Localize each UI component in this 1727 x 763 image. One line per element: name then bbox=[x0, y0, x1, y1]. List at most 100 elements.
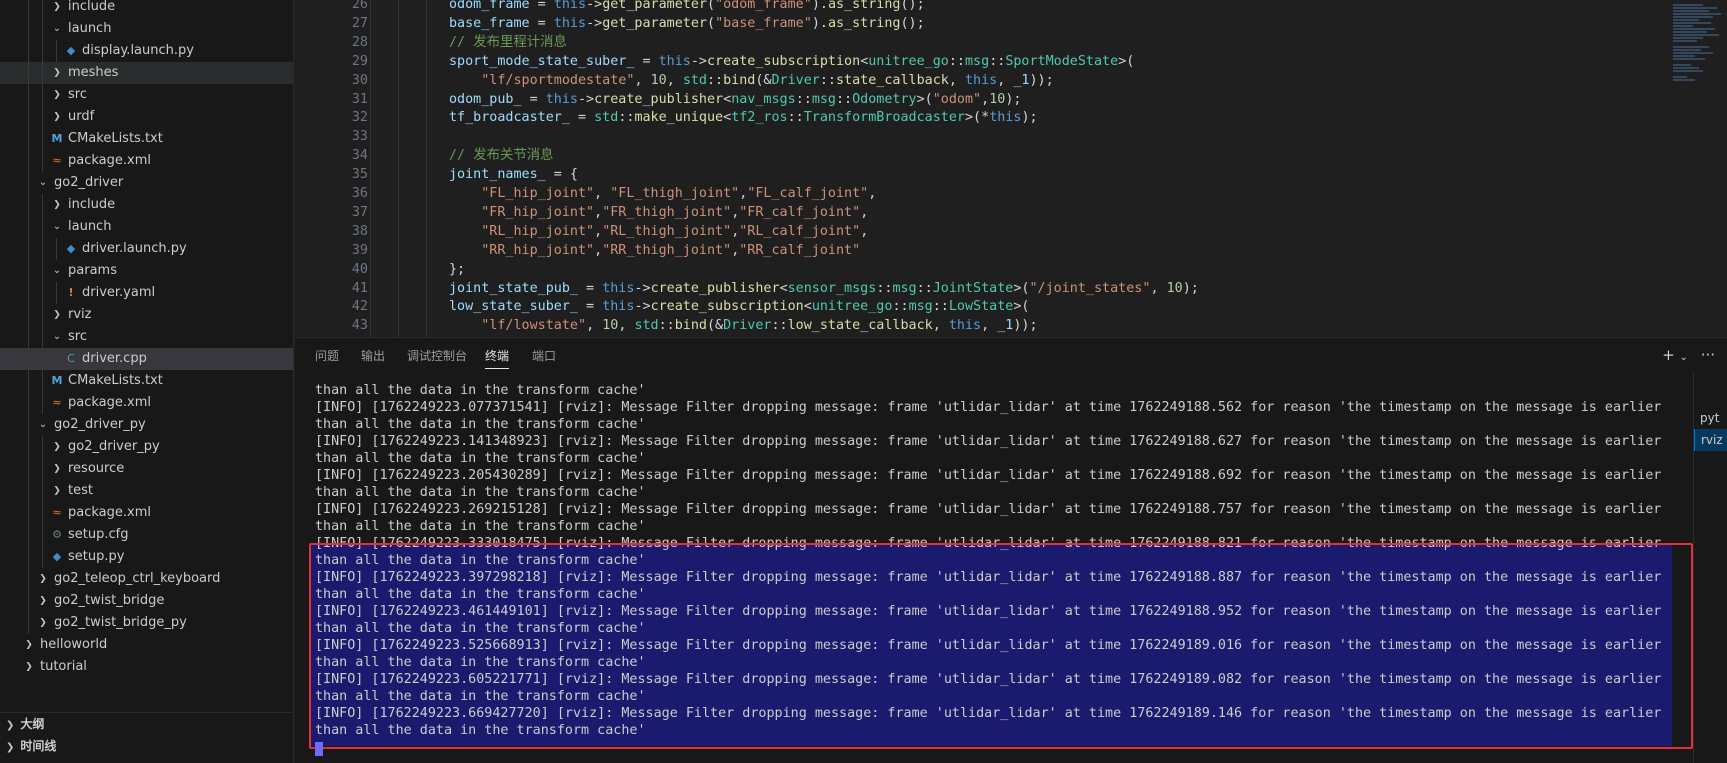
tree-item-launch[interactable]: ⌄ launch bbox=[0, 216, 293, 238]
code-token: this bbox=[545, 91, 578, 107]
tree-item-launch[interactable]: ⌄ launch bbox=[0, 18, 293, 40]
line-number: 38 bbox=[351, 223, 368, 239]
chevron-down-icon: ⌄ bbox=[38, 177, 48, 188]
cpp-icon: C bbox=[67, 352, 75, 365]
code-token: "RL_thigh_joint" bbox=[602, 223, 732, 239]
terminal-list-item[interactable]: pyt bbox=[1694, 407, 1727, 429]
tree-item-cmakelists-txt[interactable]: M CMakeLists.txt bbox=[0, 128, 293, 150]
minimap-line bbox=[1673, 25, 1693, 27]
tree-item-display-launch-py[interactable]: ◆ display.launch.py bbox=[0, 40, 293, 62]
code-token: bind bbox=[723, 72, 756, 88]
panel-tab-3[interactable]: 终端 bbox=[485, 347, 510, 369]
code-line: 29 sport_mode_state_suber_ = this->create… bbox=[295, 52, 1695, 71]
code-token: joint_names_ bbox=[449, 167, 546, 183]
new-terminal-button[interactable]: + bbox=[1662, 346, 1675, 364]
code-token: ); bbox=[1021, 110, 1038, 126]
tree-item-package-xml[interactable]: ≈ package.xml bbox=[0, 502, 293, 524]
code-text: tf_broadcaster_ = std::make_unique<tf2_r… bbox=[449, 108, 1038, 127]
code-token: = bbox=[569, 110, 595, 126]
tree-item-label: rviz bbox=[68, 307, 92, 322]
tree-item-go2-driver-py[interactable]: ⌄ go2_driver_py bbox=[0, 414, 293, 436]
section-header[interactable]: ❯ 大纲 bbox=[0, 713, 293, 735]
tree-item-setup-cfg[interactable]: ⚙ setup.cfg bbox=[0, 524, 293, 546]
tree-item-driver-yaml[interactable]: ! driver.yaml bbox=[0, 282, 293, 304]
code-token: -> bbox=[586, 0, 603, 12]
panel-tab-2[interactable]: 调试控制台 bbox=[407, 347, 467, 369]
line-number: 33 bbox=[351, 129, 368, 145]
code-token: "FR_calf_joint" bbox=[739, 204, 861, 220]
tree-item-urdf[interactable]: ❯ urdf bbox=[0, 106, 293, 128]
tree-item-meshes[interactable]: ❯ meshes bbox=[0, 62, 293, 84]
tree-item-src[interactable]: ❯ src bbox=[0, 84, 293, 106]
tree-item-resource[interactable]: ❯ resource bbox=[0, 458, 293, 480]
tree-item-setup-py[interactable]: ◆ setup.py bbox=[0, 546, 293, 568]
tree-item-go2-teleop-ctrl-keyboard[interactable]: ❯ go2_teleop_ctrl_keyboard bbox=[0, 568, 293, 590]
tree-item-package-xml[interactable]: ≈ package.xml bbox=[0, 392, 293, 414]
minimap-line bbox=[1673, 22, 1711, 24]
chevron-down-icon[interactable]: ⌄ bbox=[1680, 352, 1688, 363]
tree-indent-guide bbox=[28, 546, 29, 568]
code-token: "FR_thigh_joint" bbox=[602, 204, 732, 220]
code-token: SportModeState bbox=[1005, 53, 1119, 69]
tree-item-test[interactable]: ❯ test bbox=[0, 480, 293, 502]
tree-item-go2-driver[interactable]: ⌄ go2_driver bbox=[0, 172, 293, 194]
tree-item-include[interactable]: ❯ include bbox=[0, 0, 293, 18]
code-token: "RR_thigh_joint" bbox=[602, 242, 732, 258]
chevron-down-icon: ⌄ bbox=[52, 23, 62, 34]
section-header[interactable]: ❯ 时间线 bbox=[0, 735, 293, 757]
code-token: low_state_suber_ bbox=[449, 299, 578, 315]
chevron-down-icon: ⌄ bbox=[52, 331, 62, 342]
code-token: _1 bbox=[1013, 72, 1030, 88]
tree-indent-guide bbox=[42, 524, 43, 546]
code-editor[interactable]: 26 odom_frame = this->get_parameter("odom… bbox=[295, 0, 1727, 337]
highlight-box bbox=[309, 543, 1693, 749]
tree-item-driver-cpp[interactable]: Cdriver.cpp bbox=[0, 348, 293, 370]
minimap[interactable] bbox=[1667, 0, 1727, 337]
tree-item-rviz[interactable]: ❯ rviz bbox=[0, 304, 293, 326]
code-token: >( bbox=[1013, 280, 1030, 296]
minimap-line bbox=[1673, 7, 1717, 9]
tree-item-label: driver.launch.py bbox=[82, 241, 187, 256]
panel-tab-4[interactable]: 端口 bbox=[532, 347, 556, 369]
code-token: "RR_calf_joint" bbox=[739, 242, 861, 258]
chevron-down-icon: ⌄ bbox=[52, 265, 62, 276]
tree-item-cmakelists-txt[interactable]: M CMakeLists.txt bbox=[0, 370, 293, 392]
tree-item-tutorial[interactable]: ❯ tutorial bbox=[0, 656, 293, 678]
terminal-line: than all the data in the transform cache… bbox=[315, 383, 646, 398]
terminal-list-item[interactable]: rviz bbox=[1694, 429, 1727, 451]
tree-item-driver-launch-py[interactable]: ◆ driver.launch.py bbox=[0, 238, 293, 260]
terminal-line: [INFO] [1762249223.141348923] [rviz]: Me… bbox=[315, 434, 1662, 449]
code-token: tf_broadcaster_ bbox=[449, 110, 570, 126]
tree-indent-guide bbox=[28, 260, 29, 282]
tree-indent-guide bbox=[28, 62, 29, 84]
tree-indent-guide bbox=[42, 304, 43, 326]
code-token: :: bbox=[916, 280, 933, 296]
code-token: tf2_ros bbox=[731, 110, 788, 126]
code-token: 10 bbox=[989, 91, 1006, 107]
tree-item-go2-twist-bridge-py[interactable]: ❯ go2_twist_bridge_py bbox=[0, 612, 293, 634]
tree-item-package-xml[interactable]: ≈ package.xml bbox=[0, 150, 293, 172]
panel-tab-1[interactable]: 输出 bbox=[361, 347, 385, 369]
tree-item-include[interactable]: ❯ include bbox=[0, 194, 293, 216]
tree-item-label: tutorial bbox=[40, 659, 87, 674]
panel-tab-0[interactable]: 问题 bbox=[315, 347, 339, 369]
tree-item-go2-driver-py[interactable]: ❯ go2_driver_py bbox=[0, 436, 293, 458]
tree-item-go2-twist-bridge[interactable]: ❯ go2_twist_bridge bbox=[0, 590, 293, 612]
more-actions-button[interactable]: ··· bbox=[1701, 346, 1715, 364]
code-token: :: bbox=[989, 53, 1006, 69]
tree-item-src[interactable]: ⌄ src bbox=[0, 326, 293, 348]
code-text: joint_names_ = { bbox=[449, 165, 578, 184]
tree-indent-guide bbox=[56, 282, 57, 304]
code-line: 35 joint_names_ = { bbox=[295, 165, 1695, 184]
xml-icon: ≈ bbox=[52, 396, 62, 409]
code-token: msg bbox=[811, 91, 836, 107]
code-token: = bbox=[529, 0, 554, 12]
tree-item-helloworld[interactable]: ❯ helloworld bbox=[0, 634, 293, 656]
code-token: as_string bbox=[827, 0, 901, 12]
minimap-line bbox=[1673, 46, 1709, 48]
code-token: "FR_hip_joint" bbox=[481, 204, 595, 220]
tree-item-params[interactable]: ⌄ params bbox=[0, 260, 293, 282]
tree-indent-guide bbox=[42, 458, 43, 480]
code-token: TransformBroadcaster bbox=[803, 110, 965, 126]
